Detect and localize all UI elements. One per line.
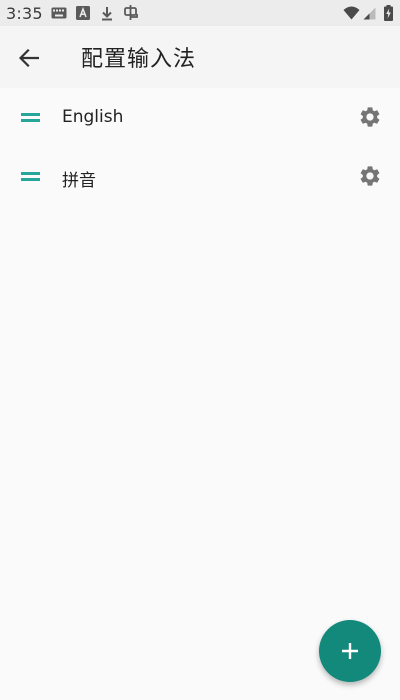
app-toolbar: 配置输入法 (0, 26, 400, 88)
font-a-icon (75, 5, 91, 21)
english-settings-button[interactable] (357, 104, 383, 130)
add-input-method-button[interactable] (319, 620, 381, 682)
plus-icon (342, 643, 358, 659)
debug-icon (122, 5, 140, 21)
keyboard-icon (50, 5, 68, 21)
back-button[interactable] (14, 43, 44, 73)
gear-icon (360, 107, 380, 127)
list-item-english[interactable]: English (0, 88, 400, 146)
wifi-icon (342, 5, 360, 21)
status-time: 3:35 (6, 4, 43, 23)
battery-charging-icon (383, 5, 393, 21)
page-title: 配置输入法 (81, 47, 197, 72)
signal-icon (362, 5, 376, 21)
list-item-label: English (62, 107, 124, 127)
drag-handle-icon[interactable] (20, 168, 42, 184)
input-method-list: English 拼音 (0, 88, 400, 700)
status-bar: 3:35 (0, 0, 400, 26)
download-icon (99, 5, 115, 21)
drag-handle-icon[interactable] (20, 109, 42, 125)
list-item-label: 拼音 (62, 171, 96, 191)
list-item-pinyin[interactable]: 拼音 (0, 147, 400, 205)
pinyin-settings-button[interactable] (357, 163, 383, 189)
gear-icon (360, 166, 380, 186)
arrow-back-icon (19, 49, 39, 67)
